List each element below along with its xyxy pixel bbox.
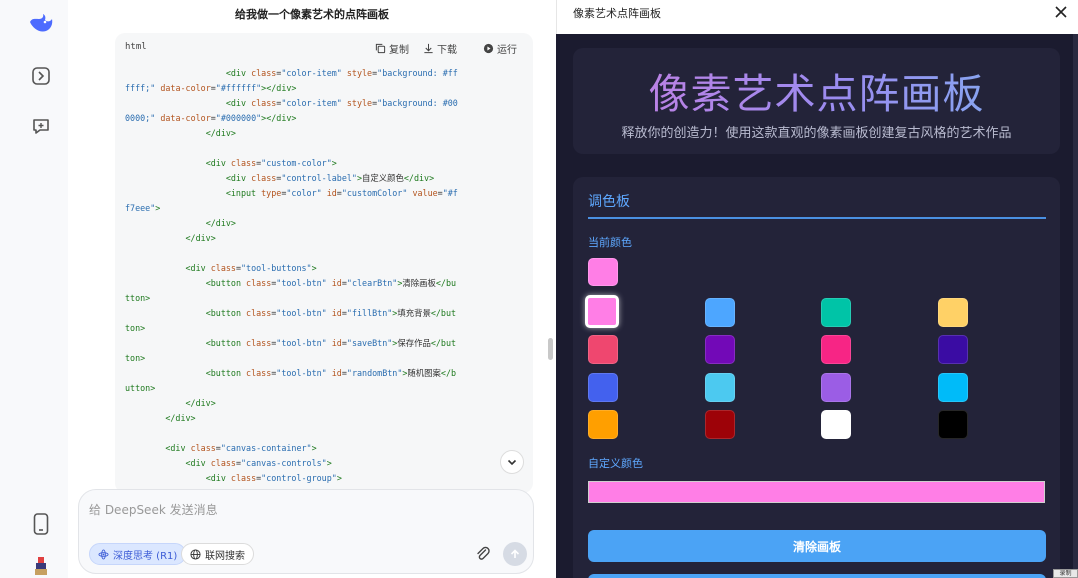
color-swatch[interactable] bbox=[705, 335, 735, 364]
code-line: ton> bbox=[125, 353, 146, 363]
preview-window-title: 像素艺术点阵画板 bbox=[573, 7, 661, 20]
preview-scrollbar[interactable] bbox=[1073, 34, 1078, 578]
arrow-up-icon bbox=[510, 549, 520, 558]
code-line: ton> bbox=[125, 323, 146, 333]
deep-think-label: 深度思考 (R1) bbox=[113, 550, 178, 562]
code-line: </div> bbox=[185, 398, 216, 408]
panel-resize-handle[interactable] bbox=[548, 338, 553, 360]
custom-color-label: 自定义颜色 bbox=[588, 457, 643, 470]
code-line: <div class="control-label">自定义颜色</div> bbox=[225, 173, 435, 183]
color-swatch[interactable] bbox=[821, 410, 851, 439]
mobile-app-icon[interactable] bbox=[33, 513, 49, 535]
copy-label: 复制 bbox=[389, 45, 409, 56]
code-line: <div class="canvas-controls"> bbox=[185, 458, 332, 468]
code-line: utton> bbox=[125, 383, 156, 393]
app-subtitle: 释放你的创造力！使用这款直观的像素画板创建复古风格的艺术作品 bbox=[621, 126, 1012, 141]
globe-icon bbox=[190, 548, 201, 560]
code-line: <div class="color-item" style="backgroun… bbox=[225, 98, 458, 108]
sidebar-toggle-icon[interactable] bbox=[31, 66, 51, 86]
left-sidebar bbox=[0, 0, 68, 578]
copy-code-button[interactable]: 复制 bbox=[375, 41, 409, 56]
download-label: 下载 bbox=[437, 45, 457, 56]
color-swatch[interactable] bbox=[588, 410, 618, 439]
color-swatch[interactable] bbox=[938, 410, 968, 439]
current-color-label: 当前颜色 bbox=[588, 236, 632, 249]
code-line: f7eee"> bbox=[125, 203, 161, 213]
chat-title: 给我做一个像素艺术的点阵画板 bbox=[235, 8, 389, 21]
code-line: <div class="tool-buttons"> bbox=[185, 263, 317, 273]
code-line: 0000;" data-color="#000000"></div> bbox=[125, 113, 297, 123]
color-swatch[interactable] bbox=[705, 373, 735, 402]
code-line: </div> bbox=[185, 233, 216, 243]
code-content: <div class="color-item" style="backgroun… bbox=[125, 66, 521, 493]
message-input[interactable]: 给 DeepSeek 发送消息 bbox=[89, 501, 218, 518]
code-block-header: html 复制 下载 运行 bbox=[115, 33, 533, 61]
color-swatch[interactable] bbox=[938, 373, 968, 402]
current-color-swatch bbox=[588, 258, 618, 286]
download-code-button[interactable]: 下载 bbox=[423, 41, 457, 56]
app-header: 像素艺术点阵画板 释放你的创造力！使用这款直观的像素画板创建复古风格的艺术作品 bbox=[573, 48, 1060, 154]
user-avatar-icon[interactable] bbox=[33, 556, 49, 576]
code-line: <input type="color" id="customColor" val… bbox=[225, 188, 458, 198]
color-swatch[interactable] bbox=[938, 335, 968, 364]
web-search-label: 联网搜索 bbox=[205, 550, 245, 562]
code-line: <div class="control-group"> bbox=[205, 473, 342, 483]
fill-background-button[interactable] bbox=[588, 574, 1046, 578]
custom-color-input[interactable] bbox=[588, 481, 1045, 503]
run-code-button[interactable]: 运行 bbox=[483, 41, 517, 56]
run-label: 运行 bbox=[497, 45, 517, 56]
record-tag[interactable]: 录制 bbox=[1053, 569, 1078, 578]
code-line: <div class="canvas-container"> bbox=[165, 443, 317, 453]
play-icon bbox=[483, 43, 494, 54]
color-swatch[interactable] bbox=[588, 373, 618, 402]
attach-file-icon[interactable] bbox=[475, 546, 491, 562]
palette-panel: 调色板 当前颜色 自定义颜色 清除画板 bbox=[573, 177, 1060, 578]
code-line: ffff;" data-color="#ffffff"></div> bbox=[125, 83, 297, 93]
palette-heading: 调色板 bbox=[588, 194, 630, 210]
code-line: </div> bbox=[205, 128, 236, 138]
code-line: <div class="color-item" style="backgroun… bbox=[225, 68, 458, 78]
code-line: <div class="custom-color"> bbox=[205, 158, 337, 168]
atom-icon bbox=[98, 548, 109, 560]
code-line: tton> bbox=[125, 293, 151, 303]
preview-titlebar: 像素艺术点阵画板 bbox=[556, 0, 1078, 34]
code-line: </div> bbox=[165, 413, 196, 423]
chevron-down-icon bbox=[507, 459, 517, 466]
scroll-down-button[interactable] bbox=[500, 450, 524, 474]
code-line: <button class="tool-btn" id="fillBtn">填充… bbox=[205, 308, 457, 318]
color-swatch[interactable] bbox=[588, 335, 618, 364]
deepseek-logo-icon[interactable] bbox=[27, 10, 55, 38]
code-language-label: html bbox=[125, 42, 147, 52]
color-swatch[interactable] bbox=[705, 298, 735, 327]
message-input-box[interactable]: 给 DeepSeek 发送消息 深度思考 (R1) 联网搜索 bbox=[78, 489, 534, 574]
app-title: 像素艺术点阵画板 bbox=[573, 60, 1060, 120]
code-line: <button class="tool-btn" id="clearBtn">清… bbox=[205, 278, 457, 288]
color-swatch[interactable] bbox=[821, 335, 851, 364]
copy-icon bbox=[375, 43, 386, 54]
color-swatch[interactable] bbox=[821, 373, 851, 402]
code-line: <button class="tool-btn" id="randomBtn">… bbox=[205, 368, 457, 378]
color-swatch[interactable] bbox=[938, 298, 968, 327]
code-line: <button class="tool-btn" id="saveBtn">保存… bbox=[205, 338, 457, 348]
code-block: html 复制 下载 运行 <div class="color-item" st… bbox=[115, 33, 533, 493]
palette-divider bbox=[588, 217, 1046, 219]
web-search-toggle[interactable]: 联网搜索 bbox=[181, 543, 254, 565]
deep-think-toggle[interactable]: 深度思考 (R1) bbox=[89, 543, 187, 565]
new-chat-icon[interactable] bbox=[31, 116, 51, 136]
color-swatch[interactable] bbox=[821, 298, 851, 327]
close-icon[interactable] bbox=[1054, 4, 1068, 18]
color-swatch[interactable] bbox=[705, 410, 735, 439]
preview-panel: 像素艺术点阵画板 像素艺术点阵画板 释放你的创造力！使用这款直观的像素画板创建复… bbox=[556, 0, 1078, 578]
color-swatch[interactable] bbox=[585, 295, 619, 328]
code-line: </div> bbox=[205, 218, 236, 228]
download-icon bbox=[424, 43, 433, 54]
clear-canvas-button[interactable]: 清除画板 bbox=[588, 530, 1046, 562]
send-button[interactable] bbox=[503, 542, 527, 566]
